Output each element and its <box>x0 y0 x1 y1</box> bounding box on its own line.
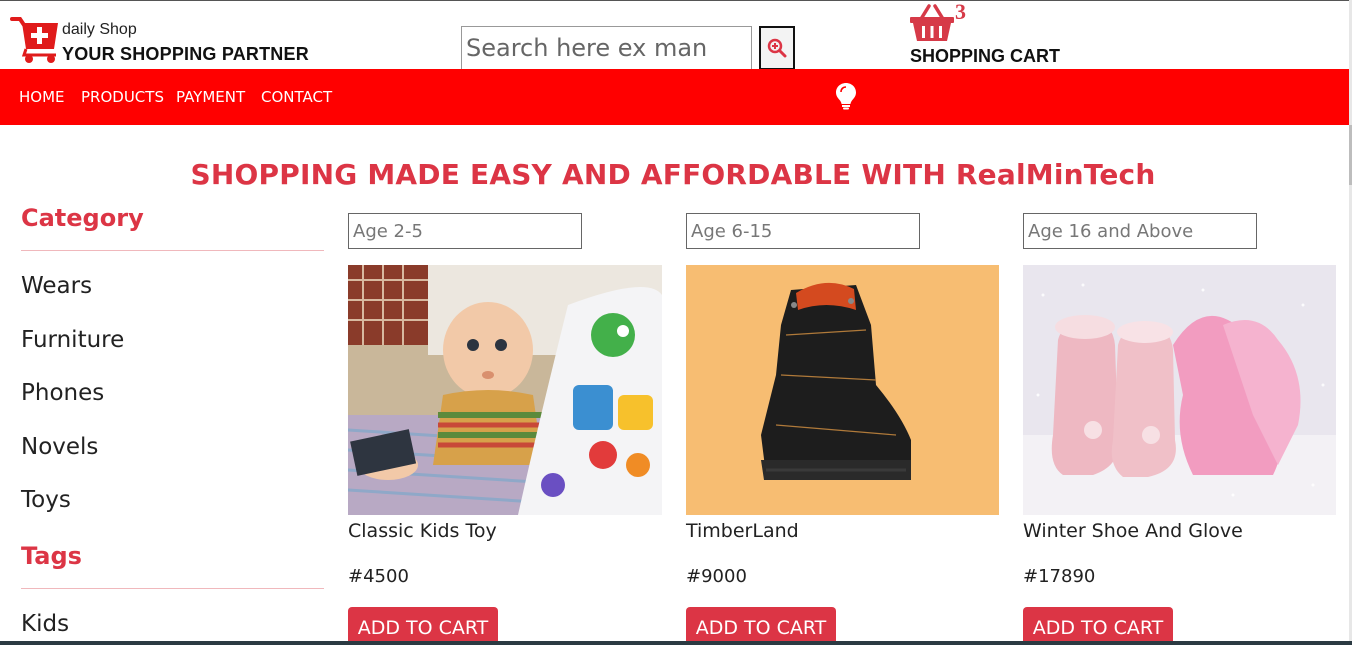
category-item-wears[interactable]: Wears <box>21 273 92 299</box>
product-price: #9000 <box>686 566 747 587</box>
basket-icon[interactable] <box>909 3 955 43</box>
age-filter-input[interactable] <box>686 213 920 249</box>
category-item-novels[interactable]: Novels <box>21 434 98 460</box>
cart-plus-icon[interactable] <box>10 15 60 63</box>
category-item-toys[interactable]: Toys <box>21 487 71 513</box>
nav-products[interactable]: PRODUCTS <box>81 88 164 106</box>
category-divider <box>21 250 324 251</box>
nav-home[interactable]: HOME <box>19 88 65 106</box>
brand-tagline: daily Shop <box>62 21 137 38</box>
main-navbar: HOME PRODUCTS PAYMENT CONTACT <box>0 69 1349 125</box>
product-image-toy[interactable] <box>348 265 662 515</box>
taskbar-edge <box>0 641 1352 645</box>
cart-count-badge: 3 <box>955 0 966 24</box>
product-name[interactable]: Winter Shoe And Glove <box>1023 520 1243 542</box>
product-image-boot[interactable] <box>686 265 999 515</box>
tags-divider <box>21 588 324 589</box>
nav-contact[interactable]: CONTACT <box>261 88 332 106</box>
nav-payment[interactable]: PAYMENT <box>176 88 245 106</box>
site-header: daily Shop YOUR SHOPPING PARTNER 3 SHOPP… <box>0 0 1352 70</box>
brand-name: YOUR SHOPPING PARTNER <box>62 44 309 64</box>
age-filter-input[interactable] <box>1023 213 1257 249</box>
product-name[interactable]: TimberLand <box>686 520 799 542</box>
product-price: #4500 <box>348 566 409 587</box>
age-filter-input[interactable] <box>348 213 582 249</box>
tags-heading: Tags <box>21 542 82 570</box>
add-to-cart-button[interactable]: ADD TO CART <box>686 607 836 645</box>
search-input[interactable] <box>461 26 752 70</box>
add-to-cart-button[interactable]: ADD TO CART <box>1023 607 1173 645</box>
category-heading: Category <box>21 204 144 232</box>
product-price: #17890 <box>1023 566 1096 587</box>
tag-item-kids[interactable]: Kids <box>21 611 69 637</box>
add-to-cart-button[interactable]: ADD TO CART <box>348 607 498 645</box>
product-name[interactable]: Classic Kids Toy <box>348 520 497 542</box>
category-item-furniture[interactable]: Furniture <box>21 327 124 353</box>
page-headline: SHOPPING MADE EASY AND AFFORDABLE WITH R… <box>190 158 1156 191</box>
shopping-cart-label[interactable]: SHOPPING CART <box>910 46 1060 67</box>
product-image-winter-shoe[interactable] <box>1023 265 1336 515</box>
zoom-in-icon <box>767 38 787 58</box>
search-button[interactable] <box>759 26 795 70</box>
lightbulb-icon[interactable] <box>835 82 857 110</box>
category-item-phones[interactable]: Phones <box>21 380 104 406</box>
